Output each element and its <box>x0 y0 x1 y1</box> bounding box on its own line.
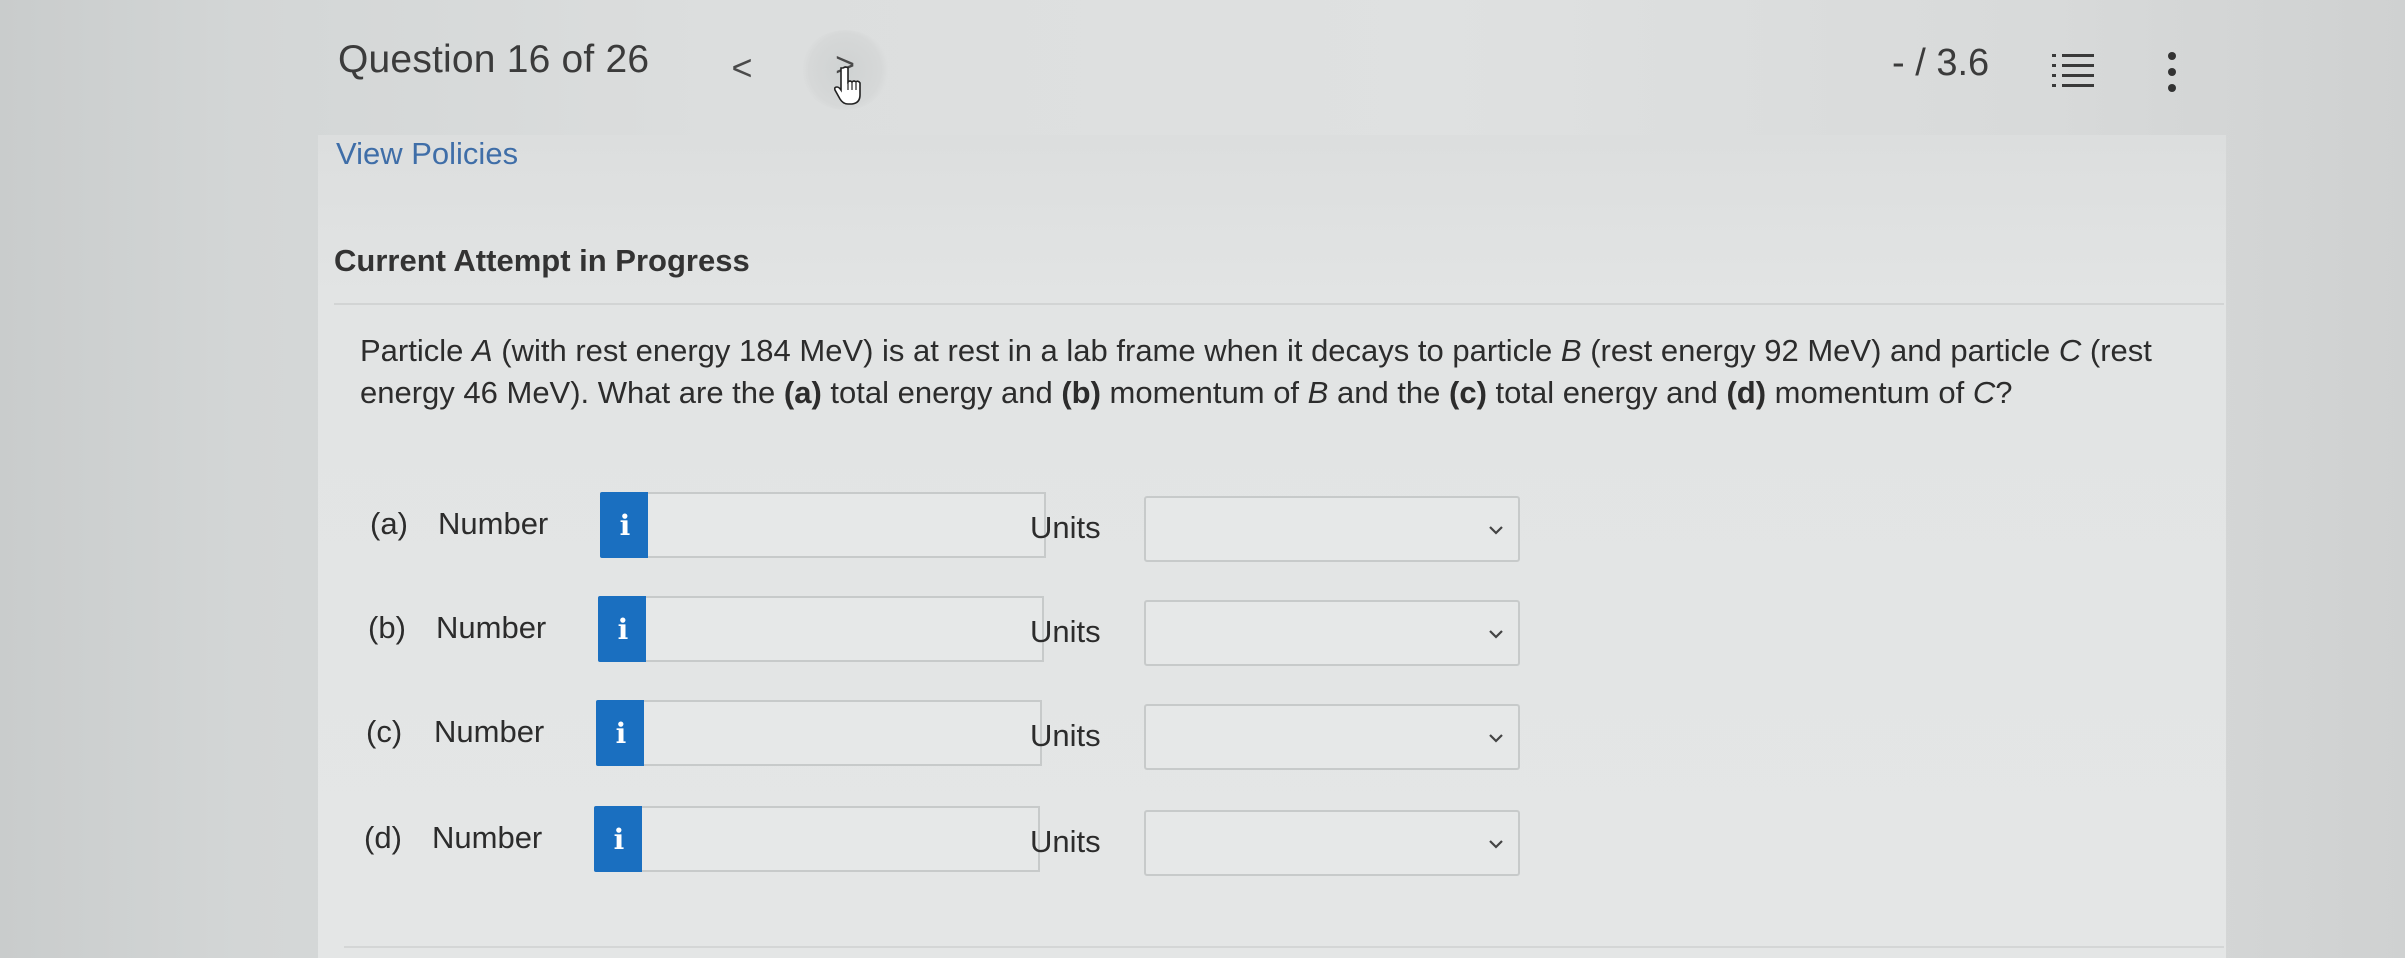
number-label: Number <box>434 714 545 749</box>
number-label: Number <box>438 506 549 541</box>
chevron-down-icon <box>1489 734 1503 743</box>
question-segment: (with rest energy 184 MeV) is at rest in… <box>492 333 1561 368</box>
part-label: (b) <box>368 610 406 645</box>
part-label: (d) <box>364 820 402 855</box>
number-input[interactable] <box>642 806 1040 872</box>
question-counter: Question 16 of 26 <box>338 38 650 81</box>
units-dropdown[interactable] <box>1144 600 1520 666</box>
question-segment: C <box>1972 375 1996 410</box>
answer-row-a: (a) Number i Units <box>370 492 1570 562</box>
question-segment: momentum of <box>1766 375 1973 410</box>
question-segment: total energy and <box>821 375 1062 410</box>
question-segment: total energy and <box>1486 375 1727 410</box>
kebab-menu-icon[interactable] <box>2160 48 2184 96</box>
info-icon: i <box>613 822 625 856</box>
number-input[interactable] <box>646 596 1044 662</box>
units-label: Units <box>1030 510 1101 545</box>
info-icon: i <box>619 508 631 542</box>
hand-cursor-icon <box>834 66 861 105</box>
info-button[interactable]: i <box>598 596 648 662</box>
question-segment: Particle <box>360 333 472 368</box>
question-header: Question 16 of 26 < > - / 3.6 <box>0 0 2405 135</box>
previous-question-button[interactable]: < <box>712 38 772 98</box>
chevron-down-icon <box>1489 526 1503 535</box>
question-segment: A <box>471 333 493 368</box>
question-segment: (d) <box>1726 375 1767 410</box>
question-segment: (c) <box>1449 375 1487 410</box>
units-label: Units <box>1030 718 1101 753</box>
number-input[interactable] <box>648 492 1046 558</box>
units-dropdown[interactable] <box>1144 704 1520 770</box>
list-icon[interactable] <box>2052 52 2096 92</box>
info-icon: i <box>617 612 629 646</box>
answer-row-b: (b) Number i Units <box>368 596 1568 666</box>
number-label: Number <box>432 820 543 855</box>
view-policies-link[interactable]: View Policies <box>336 136 518 172</box>
attempt-status-heading: Current Attempt in Progress <box>334 243 750 278</box>
divider <box>334 303 2224 305</box>
chevron-down-icon <box>1489 840 1503 849</box>
part-label: (c) <box>366 714 403 749</box>
units-label: Units <box>1030 614 1101 649</box>
question-segment: (a) <box>783 375 822 410</box>
number-input[interactable] <box>644 700 1042 766</box>
question-segment: and the <box>1328 375 1450 410</box>
question-segment: ? <box>1995 375 2013 410</box>
units-dropdown[interactable] <box>1144 496 1520 562</box>
question-segment: B <box>1560 333 1582 368</box>
question-segment: (b) <box>1061 375 1101 410</box>
question-segment: B <box>1307 375 1329 410</box>
question-segment: (rest energy 92 MeV) and particle <box>1581 333 2059 368</box>
question-segment: C <box>2058 333 2082 368</box>
chevron-left-icon: < <box>731 47 753 88</box>
info-button[interactable]: i <box>596 700 646 766</box>
answer-row-c: (c) Number i Units <box>366 700 1566 770</box>
score: - / 3.6 <box>1892 42 1990 84</box>
answer-row-d: (d) Number i Units <box>364 806 1564 876</box>
chevron-down-icon <box>1489 630 1503 639</box>
units-label: Units <box>1030 824 1101 859</box>
divider <box>344 946 2224 948</box>
number-label: Number <box>436 610 547 645</box>
info-button[interactable]: i <box>600 492 650 558</box>
units-dropdown[interactable] <box>1144 810 1520 876</box>
info-button[interactable]: i <box>594 806 644 872</box>
info-icon: i <box>615 716 627 750</box>
question-segment: momentum of <box>1100 375 1308 410</box>
part-label: (a) <box>370 506 408 541</box>
question-text: Particle A (with rest energy 184 MeV) is… <box>360 330 2190 414</box>
